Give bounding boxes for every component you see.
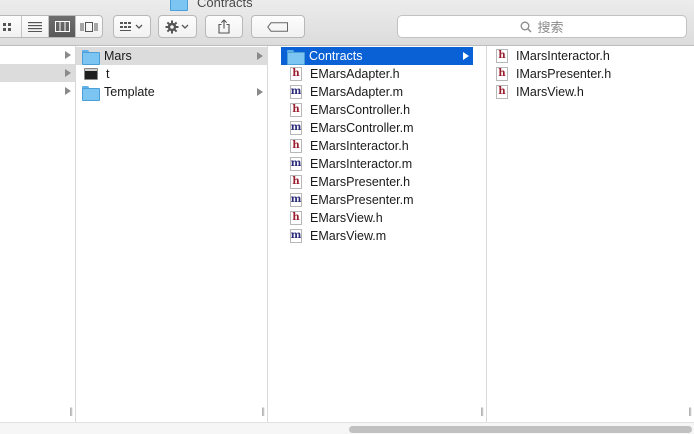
list-item[interactable]: h EMarsPresenter.h xyxy=(290,173,486,191)
item-label: EMarsController.m xyxy=(310,121,414,135)
column-1[interactable]: || xyxy=(0,46,76,422)
disclosure-arrow-icon xyxy=(463,52,469,60)
item-label: EMarsPresenter.h xyxy=(310,175,411,189)
disclosure-arrow-icon xyxy=(65,51,71,59)
group-by-icon xyxy=(120,21,143,31)
list-item-template[interactable]: Template xyxy=(76,83,267,101)
terminal-icon xyxy=(84,68,98,80)
action-button[interactable] xyxy=(158,15,197,38)
cover-flow-icon xyxy=(80,21,98,32)
search-placeholder: 搜索 xyxy=(537,20,564,35)
folder-icon xyxy=(170,0,188,11)
item-label: IMarsPresenter.h xyxy=(516,67,612,81)
column-view-icon xyxy=(54,21,70,32)
horizontal-scrollbar[interactable] xyxy=(0,422,694,434)
item-label: EMarsView.m xyxy=(310,229,387,243)
list-item-t[interactable]: t xyxy=(76,65,267,83)
scrollbar-thumb[interactable] xyxy=(349,426,692,433)
folder-icon xyxy=(287,49,305,65)
list-item[interactable] xyxy=(0,82,75,100)
list-item[interactable]: h IMarsPresenter.h xyxy=(496,65,694,83)
group-by-button[interactable] xyxy=(113,15,151,38)
column-resize-handle[interactable]: || xyxy=(69,406,73,416)
objc-file-icon: m xyxy=(290,85,302,99)
list-item[interactable]: m EMarsPresenter.m xyxy=(290,191,486,209)
header-file-icon: h xyxy=(290,211,302,225)
folder-icon xyxy=(82,49,100,65)
column-browser: || Mars t Template || Contracts h EMarsA… xyxy=(0,46,694,422)
list-item[interactable] xyxy=(0,46,75,64)
list-view-icon xyxy=(28,21,42,32)
header-file-icon: h xyxy=(496,49,508,63)
item-label: EMarsInteractor.h xyxy=(310,139,409,153)
icon-view-button[interactable] xyxy=(0,16,22,37)
disclosure-arrow-icon xyxy=(257,88,263,96)
header-file-icon: h xyxy=(496,67,508,81)
item-label: IMarsView.h xyxy=(516,85,584,99)
list-item[interactable]: h IMarsInteractor.h xyxy=(496,47,694,65)
item-label: t xyxy=(106,67,110,81)
item-label: Mars xyxy=(104,49,132,63)
disclosure-arrow-icon xyxy=(65,87,71,95)
objc-file-icon: m xyxy=(290,229,302,243)
list-item[interactable]: m EMarsController.m xyxy=(290,119,486,137)
header-file-icon: h xyxy=(290,67,302,81)
item-label: EMarsAdapter.m xyxy=(310,85,404,99)
column-resize-handle[interactable]: || xyxy=(261,406,265,416)
list-item[interactable]: h IMarsView.h xyxy=(496,83,694,101)
column-3[interactable]: Contracts h EMarsAdapter.h m EMarsAdapte… xyxy=(268,46,487,422)
objc-file-icon: m xyxy=(290,157,302,171)
column-view-button[interactable] xyxy=(49,16,76,37)
cover-flow-button[interactable] xyxy=(76,16,102,37)
column-2[interactable]: Mars t Template || xyxy=(76,46,268,422)
item-label: EMarsInteractor.m xyxy=(310,157,413,171)
item-label: Template xyxy=(104,85,155,99)
list-item[interactable]: h EMarsInteractor.h xyxy=(290,137,486,155)
view-mode-segmented-control xyxy=(0,15,103,38)
disclosure-arrow-icon xyxy=(65,69,71,77)
disclosure-arrow-icon xyxy=(257,52,263,60)
list-item[interactable]: m EMarsInteractor.m xyxy=(290,155,486,173)
share-icon xyxy=(218,19,230,34)
list-item[interactable]: m EMarsAdapter.m xyxy=(290,83,486,101)
column-4[interactable]: h IMarsInteractor.h h IMarsPresenter.h h… xyxy=(487,46,694,422)
list-item-mars[interactable]: Mars xyxy=(76,47,267,65)
window-title: Contracts xyxy=(170,0,253,11)
header-file-icon: h xyxy=(290,139,302,153)
list-view-button[interactable] xyxy=(22,16,49,37)
objc-file-icon: m xyxy=(290,121,302,135)
item-label: IMarsInteractor.h xyxy=(516,49,610,63)
gear-icon xyxy=(165,20,188,33)
folder-icon xyxy=(82,85,100,101)
list-item[interactable]: h EMarsView.h xyxy=(290,209,486,227)
tag-icon xyxy=(267,21,288,32)
search-field[interactable]: 搜索 xyxy=(397,15,687,38)
item-label: EMarsController.h xyxy=(310,103,411,117)
objc-file-icon: m xyxy=(290,193,302,207)
list-item[interactable] xyxy=(0,64,75,82)
header-file-icon: h xyxy=(496,85,508,99)
window-title-text: Contracts xyxy=(197,0,253,10)
item-label: Contracts xyxy=(309,49,363,63)
list-item[interactable]: h EMarsAdapter.h xyxy=(290,65,486,83)
item-label: EMarsView.h xyxy=(310,211,383,225)
list-item-contracts[interactable]: Contracts xyxy=(281,47,473,65)
icon-view-icon xyxy=(3,22,11,31)
toolbar: Contracts 搜索 xyxy=(0,0,694,46)
header-file-icon: h xyxy=(290,175,302,189)
tags-button[interactable] xyxy=(251,15,305,38)
share-button[interactable] xyxy=(205,15,243,38)
item-label: EMarsAdapter.h xyxy=(310,67,400,81)
item-label: EMarsPresenter.m xyxy=(310,193,414,207)
column-resize-handle[interactable]: || xyxy=(688,406,692,416)
header-file-icon: h xyxy=(290,103,302,117)
column-resize-handle[interactable]: || xyxy=(480,406,484,416)
search-icon xyxy=(521,21,532,32)
list-item[interactable]: h EMarsController.h xyxy=(290,101,486,119)
list-item[interactable]: m EMarsView.m xyxy=(290,227,486,245)
